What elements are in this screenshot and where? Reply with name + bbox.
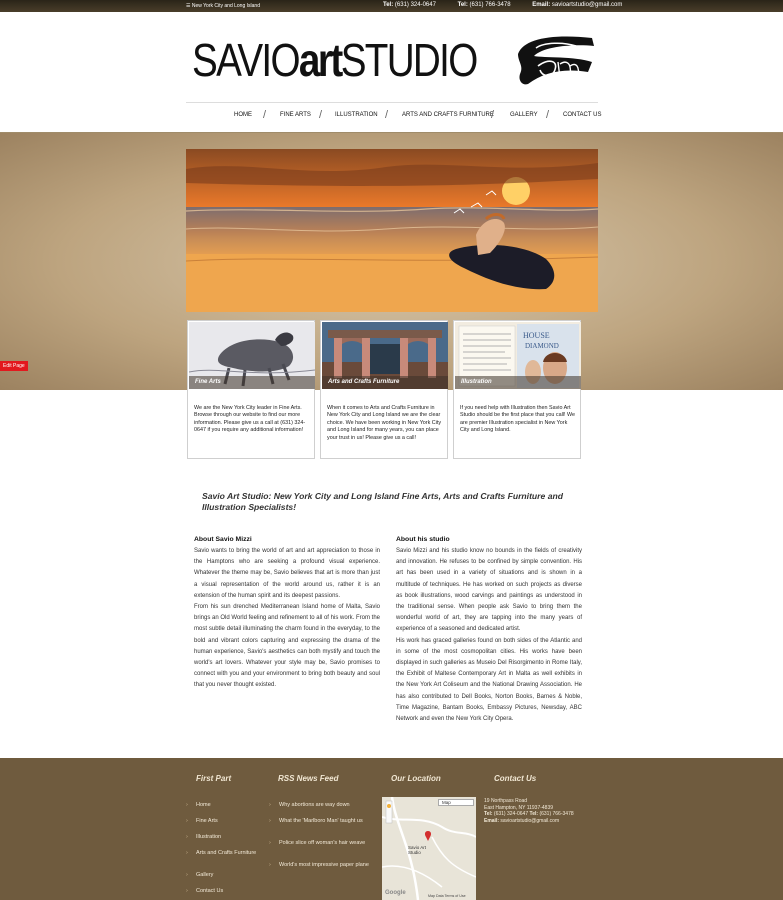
footer-heading-location: Our Location [391,774,441,783]
rss-item[interactable]: What the 'Marlboro Man' taught us [269,818,374,825]
map-graphic [382,797,476,900]
paragraph: Savio Mizzi and his studio know no bound… [396,548,582,633]
nav-separator: / [319,109,323,121]
nav-separator: / [385,109,389,121]
hero-painting-image [186,149,598,312]
card-text: When it comes to Arts and Crafts Furnitu… [327,405,442,441]
rss-item[interactable]: Why abortions are way down [269,802,374,809]
footer-link-gallery[interactable]: Gallery [186,872,214,879]
edit-page-button[interactable]: Edit Page [0,361,28,371]
nav-illustration[interactable]: ILLUSTRATION [335,112,378,118]
footer-heading-rss: RSS News Feed [278,774,339,783]
footer-link-fine-arts[interactable]: Fine Arts [186,818,218,825]
logo-part-3: STUDIO [340,34,479,86]
card-caption: Illustration [455,376,581,389]
paragraph: Savio wants to bring the world of art an… [194,548,380,599]
card-illustration[interactable]: HOUSE DIAMOND Illustration If you need h… [453,320,581,459]
svg-text:DIAMOND: DIAMOND [525,342,559,350]
paragraph: From his sun drenched Mediterranean Isla… [194,604,380,689]
about-studio-section: About his studio Savio Mizzi and his stu… [396,535,582,725]
site-logo[interactable]: SAVIOartSTUDIO [192,34,479,86]
tel-label: Tel: [484,811,493,818]
footer-link-contact-us[interactable]: Contact Us [186,888,223,895]
tel-label: Tel: [457,2,468,8]
nav-fine-arts[interactable]: FINE ARTS [280,112,311,118]
phone-1: (631) 324-0647 [394,2,436,8]
section-title: About his studio [396,536,450,543]
nav-separator: / [546,109,550,121]
card-caption: Fine Arts [189,376,315,389]
card-arts-crafts-furniture[interactable]: Arts and Crafts Furniture When it comes … [320,320,448,459]
map-marker-label: Savio Art Studio [408,845,427,855]
footer-phone-1: (631) 324-0647 [493,811,529,818]
section-title: About Savio Mizzi [194,536,252,543]
svg-text:HOUSE: HOUSE [523,331,550,340]
rss-item[interactable]: World's most impressive paper plane [269,862,374,869]
map-footer-text[interactable]: Map Data Terms of Use [428,894,466,898]
tel-label: Tel: [383,2,394,8]
card-text: We are the New York City leader in Fine … [194,405,306,434]
brush-emblem-logo [518,36,594,85]
nav-separator: / [491,109,495,121]
footer-heading-first-part: First Part [196,774,232,783]
card-caption: Arts and Crafts Furniture [322,376,448,389]
footer-link-arts-crafts-furniture[interactable]: Arts and Crafts Furniture [186,850,266,857]
about-savio-section: About Savio Mizzi Savio wants to bring t… [194,535,380,692]
footer-link-illustration[interactable]: Illustration [186,834,221,841]
site-footer: First Part Home Fine Arts Illustration A… [0,758,783,900]
footer-email-link[interactable]: savioartstudio@gmail.com [500,818,559,824]
phone-2: (631) 766-3478 [469,2,511,8]
nav-separator: / [263,109,267,121]
page-headline: Savio Art Studio: New York City and Long… [202,491,563,512]
email-label: Email: [532,2,551,8]
nav-gallery[interactable]: GALLERY [510,112,538,118]
nav-contact-us[interactable]: CONTACT US [563,112,601,118]
google-logo: Google [385,890,406,896]
location-text: ☰ New York City and Long Island [186,3,260,9]
tel-label: Tel: [529,811,539,818]
address-line-2: East Hampton, NY 11937-4839 [484,804,554,811]
nav-home[interactable]: HOME [234,112,252,118]
address-line-1: 19 Northpass Road [484,798,528,804]
card-text: If you need help with Illustration then … [460,405,575,434]
nav-arts-crafts-furniture[interactable]: ARTS AND CRAFTS FURNITURE [402,112,494,118]
map-type-dropdown[interactable]: Map [438,799,474,806]
footer-phone-2: (631) 766-3478 [539,811,574,818]
rss-item[interactable]: Police slice off woman's hair weave [269,840,374,847]
email-link[interactable]: savioartstudio@gmail.com [552,2,622,8]
logo-part-1: SAVIO [192,34,301,86]
top-bar: ☰ New York City and Long Island Tel: (63… [0,0,783,12]
location-map[interactable]: Map Savio Art Studio Google Map Data Ter… [382,797,476,900]
card-fine-arts[interactable]: Fine Arts We are the New York City leade… [187,320,315,459]
paragraph: His work has graced galleries found on b… [396,637,582,723]
footer-link-home[interactable]: Home [186,802,210,809]
main-nav: HOME / FINE ARTS / ILLUSTRATION / ARTS A… [186,102,601,128]
footer-heading-contact: Contact Us [494,774,537,783]
email-label: Email: [484,817,500,824]
footer-contact-details: 19 Northpass Road East Hampton, NY 11937… [484,798,574,824]
logo-part-2: art [298,34,343,86]
top-contact: Tel: (631) 324-0647 Tel: (631) 766-3478 … [383,2,642,8]
